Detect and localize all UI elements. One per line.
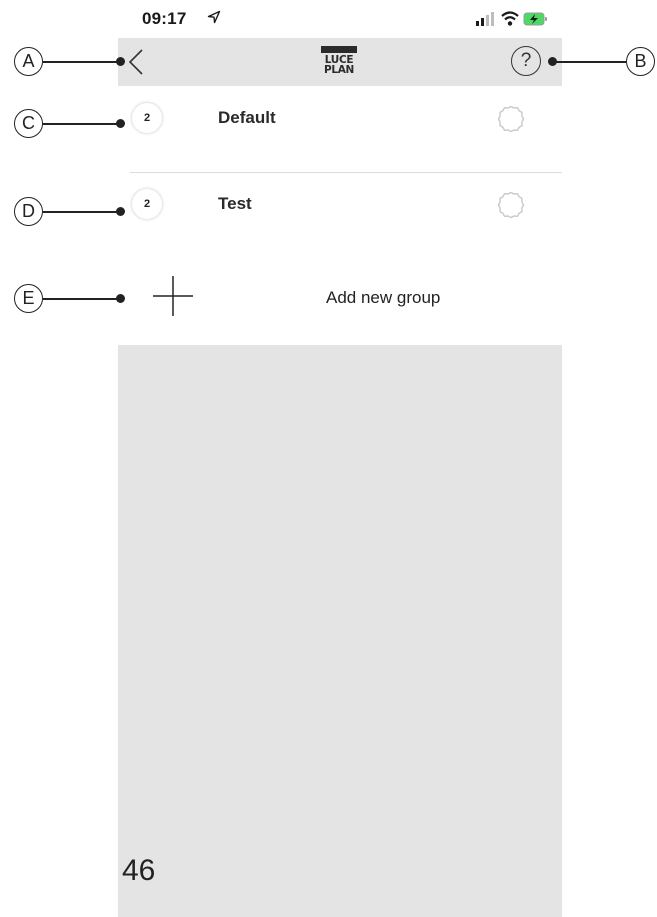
logo-bar bbox=[321, 46, 357, 53]
help-button[interactable]: ? bbox=[511, 46, 541, 76]
location-arrow-icon bbox=[207, 10, 221, 24]
callout-c-dot bbox=[116, 119, 125, 128]
logo-text-line2: PLAN bbox=[323, 64, 355, 76]
add-new-group-label: Add new group bbox=[326, 288, 441, 307]
empty-list-area bbox=[118, 345, 562, 917]
callout-b-leader bbox=[552, 61, 626, 63]
callout-d: D bbox=[14, 197, 43, 226]
group-count-badge: 2 bbox=[132, 103, 162, 133]
group-row-test[interactable]: 2 Test bbox=[130, 172, 562, 259]
status-bar: 09:17 bbox=[118, 0, 562, 38]
status-time: 09:17 bbox=[142, 9, 187, 28]
callout-c-leader bbox=[43, 123, 120, 125]
callout-d-leader bbox=[43, 211, 120, 213]
signal-bars-icon bbox=[476, 12, 494, 26]
gear-icon[interactable] bbox=[495, 189, 527, 221]
back-button[interactable] bbox=[124, 46, 148, 78]
wifi-icon bbox=[501, 11, 519, 26]
battery-charging-icon bbox=[523, 12, 547, 26]
plus-icon bbox=[153, 276, 193, 316]
nav-bar: LUCE PLAN ? bbox=[118, 38, 562, 86]
phone-screen: 09:17 LUCE PLAN ? 2 Default 2 Test Add n… bbox=[118, 0, 562, 917]
luceplan-logo: LUCE PLAN bbox=[321, 46, 357, 78]
callout-a: A bbox=[14, 47, 43, 76]
callout-e-leader bbox=[43, 298, 120, 300]
group-name: Test bbox=[218, 194, 252, 213]
page-number: 46 bbox=[122, 854, 156, 887]
group-count-badge: 2 bbox=[132, 189, 162, 219]
group-name: Default bbox=[218, 108, 276, 127]
add-new-group-button[interactable]: Add new group bbox=[118, 258, 562, 344]
gear-icon[interactable] bbox=[495, 103, 527, 135]
callout-d-dot bbox=[116, 207, 125, 216]
callout-a-dot bbox=[116, 57, 125, 66]
callout-b-dot bbox=[548, 57, 557, 66]
manual-page: 09:17 LUCE PLAN ? 2 Default 2 Test Add n… bbox=[0, 0, 657, 917]
callout-e: E bbox=[14, 284, 43, 313]
callout-b: B bbox=[626, 47, 655, 76]
callout-c: C bbox=[14, 109, 43, 138]
callout-a-leader bbox=[43, 61, 120, 63]
callout-e-dot bbox=[116, 294, 125, 303]
group-row-default[interactable]: 2 Default bbox=[130, 86, 562, 173]
status-icons bbox=[476, 11, 547, 26]
